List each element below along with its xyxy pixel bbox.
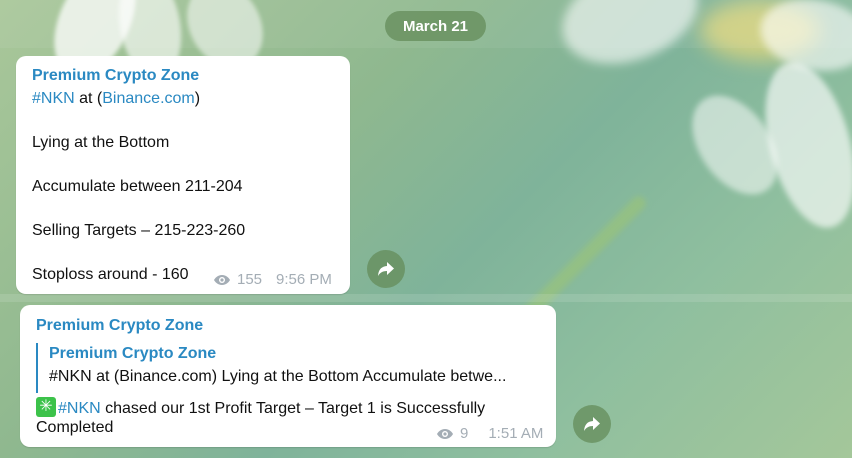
reply-quote[interactable]: Premium Crypto Zone #NKN at (Binance.com…: [36, 343, 538, 393]
message-line: Lying at the Bottom: [32, 134, 170, 151]
message-line: Accumulate between 211-204: [32, 178, 243, 195]
message-text: chased our 1st Profit Target – Target 1 …: [100, 400, 486, 417]
message-line: Selling Targets – 215-223-260: [32, 222, 246, 239]
share-arrow-icon: [584, 417, 600, 431]
quote-text: #NKN at (Binance.com) Lying at the Botto…: [49, 368, 507, 385]
message-text: ): [194, 90, 201, 107]
sender-name[interactable]: Premium Crypto Zone: [36, 317, 203, 335]
message-bubble[interactable]: Premium Crypto Zone #NKN at (Binance.com…: [16, 56, 350, 294]
message-time: 1:51 AM: [488, 425, 544, 442]
message-separator: [0, 294, 852, 302]
quote-title: Premium Crypto Zone: [49, 345, 217, 362]
sender-name[interactable]: Premium Crypto Zone: [32, 67, 199, 85]
message-line: #NKN chased our 1st Profit Target – Targ…: [36, 396, 486, 418]
message-text: at (: [74, 90, 103, 107]
message-line: Completed: [36, 419, 114, 436]
message-meta: 9 1:51 AM: [436, 425, 543, 442]
share-button[interactable]: [367, 250, 405, 288]
eye-icon: [437, 428, 453, 439]
message-line: Stoploss around - 160: [32, 266, 189, 283]
share-button[interactable]: [573, 405, 611, 443]
date-pill[interactable]: March 21: [385, 11, 486, 41]
url-link[interactable]: Binance.com: [102, 90, 195, 107]
message-line: #NKN at (Binance.com): [32, 90, 200, 108]
hashtag-link[interactable]: #NKN: [58, 400, 101, 417]
share-arrow-icon: [378, 262, 394, 276]
eye-icon: [214, 274, 230, 285]
message-time: 9:56 PM: [276, 271, 332, 288]
message-meta: 155 9:56 PM: [213, 271, 332, 288]
hashtag-link[interactable]: #NKN: [32, 90, 75, 107]
view-count: 155: [237, 271, 263, 288]
sparkle-check-icon: [36, 396, 56, 418]
view-count: 9: [460, 425, 469, 442]
message-bubble[interactable]: Premium Crypto Zone Premium Crypto Zone …: [20, 305, 556, 447]
